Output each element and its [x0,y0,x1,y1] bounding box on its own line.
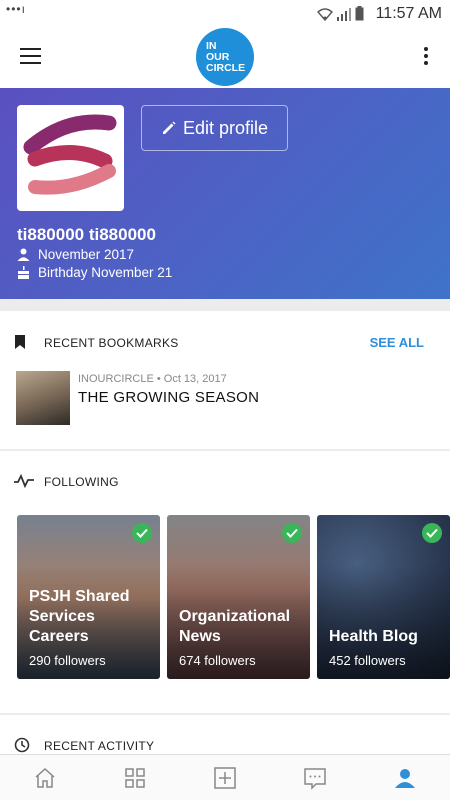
grid-icon [125,767,145,788]
app-logo[interactable]: IN OUR CIRCLE [196,28,254,86]
see-all-link[interactable]: SEE ALL [370,335,424,350]
username: ti880000 ti880000 [17,225,156,244]
add-icon [214,766,236,789]
battery-icon [355,6,364,21]
recent-activity-section: RECENT ACTIVITY [0,715,450,754]
history-icon [14,737,30,753]
chat-icon [304,767,326,790]
home-icon [35,767,55,788]
activity-pulse-icon [14,474,34,488]
app-bar: IN OUR CIRCLE [0,28,450,88]
card-followers: 290 followers [29,653,106,668]
birthday-row: Birthday November 21 [17,265,172,280]
more-options-icon[interactable] [424,47,430,67]
following-card[interactable]: PSJH Shared Services Careers 290 follower… [17,515,160,679]
birthday-text: Birthday November 21 [38,265,173,280]
following-card[interactable]: Organizational News 674 followers [167,515,310,679]
card-name: Health Blog [329,628,418,645]
avatar-logo [23,114,117,195]
check-icon [132,523,152,543]
bookmarks-title: RECENT BOOKMARKS [44,336,179,350]
joined-row: November 2017 [17,247,134,262]
activity-title: RECENT ACTIVITY [44,739,155,753]
nav-grid[interactable] [90,755,180,800]
menu-icon[interactable] [20,48,41,64]
profile-header: Edit profile ti880000 ti880000 November … [0,88,450,299]
wifi-icon [317,8,333,21]
logo-line-3: CIRCLE [206,62,246,74]
edit-profile-label: Edit profile [182,117,269,138]
following-title: FOLLOWING [44,475,119,489]
status-time: 11:57 AM [375,5,442,22]
recent-bookmarks-section: RECENT BOOKMARKS SEE ALL INOURCIRCLE • O… [0,311,450,449]
check-icon [422,523,442,543]
bookmark-icon [15,335,25,349]
signal-icon [337,8,351,21]
joined-date: November 2017 [38,247,135,262]
bookmark-thumbnail [16,371,70,425]
card-followers: 674 followers [179,653,256,668]
status-bar: •••ı 11:57 AM [0,0,450,28]
nav-add[interactable] [180,755,270,800]
person-icon [17,248,30,261]
bookmark-date: Oct 13, 2017 [163,373,227,385]
nav-chat[interactable] [270,755,360,800]
bookmark-source: INOURCIRCLE [78,373,154,385]
card-followers: 452 followers [329,653,406,668]
following-section: FOLLOWING PSJH Shared Services Careers 29… [0,451,450,713]
card-name: Organizational News [179,608,291,645]
notification-dots-icon: •••ı [6,2,26,16]
avatar[interactable] [17,105,124,211]
check-icon [282,523,302,543]
card-name: PSJH Shared Services Careers [29,588,130,645]
nav-home[interactable] [0,755,90,800]
pencil-icon [162,121,176,134]
bookmark-title: THE GROWING SEASON [78,389,260,406]
bookmark-meta: INOURCIRCLE • Oct 13, 2017 [78,373,227,385]
cake-icon [18,266,29,279]
bottom-nav [0,754,450,800]
edit-profile-button[interactable]: Edit profile [141,105,288,151]
status-icons [317,6,364,21]
profile-icon [395,768,415,788]
nav-profile[interactable] [360,755,450,800]
following-card[interactable]: Health Blog 452 followers [317,515,450,679]
